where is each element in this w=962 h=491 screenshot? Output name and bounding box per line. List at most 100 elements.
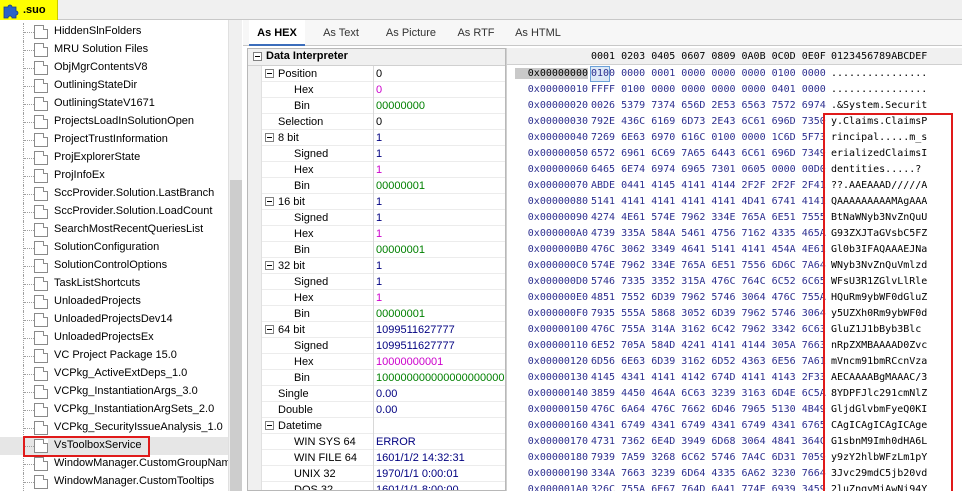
interpreter-row[interactable]: WIN FILE 64 1601/1/2 14:32:31 [262,450,505,466]
interpreter-row[interactable]: Bin 00000001 [262,242,505,258]
hex-row-bytes[interactable]: 5141 4141 4141 4141 4141 4D41 6741 4141 [591,196,826,207]
tree-scrollbar[interactable] [228,20,242,491]
tree-item[interactable]: ProjExplorerState [0,149,228,167]
hex-row-ascii[interactable]: .&System.Securit [831,100,927,111]
tree-item[interactable]: HiddenSlnFolders [0,23,228,41]
hex-row-bytes[interactable]: 5746 7335 3352 315A 476C 764C 6C52 6C65 [591,276,826,287]
tree-item[interactable]: VCPkg_InstantiationArgSets_2.0 [0,401,228,419]
tree-item[interactable]: WindowManager.CustomGroupName [0,455,237,473]
collapse-toggle-icon[interactable] [265,197,274,206]
interpreter-row[interactable]: Bin 00000001 [262,306,505,322]
interpreter-row[interactable]: Hex 1 [262,290,505,306]
data-interpreter-header[interactable]: Data Interpreter [248,49,505,66]
hex-row-ascii[interactable]: ................ [831,84,927,95]
tree-item[interactable]: UnloadedProjects [0,293,228,311]
interpreter-row[interactable]: Bin 00000001 [262,178,505,194]
interpreter-row[interactable]: Double 0.00 [262,402,505,418]
hex-row-bytes[interactable]: 792E 436C 6169 6D73 2E43 6C61 696D 7350 [591,116,826,127]
interpreter-row[interactable]: Signed 1 [262,210,505,226]
interpreter-row[interactable]: Signed 1 [262,146,505,162]
interpreter-row[interactable]: Hex 10000000001 [262,354,505,370]
interpreter-row[interactable]: Position 0 [262,66,505,82]
tree-item[interactable]: TaskListShortcuts [0,275,228,293]
hex-row[interactable]: 0x00000020 0026 5379 7374 656D 2E53 6563 … [507,98,962,114]
hex-row-bytes[interactable]: 0026 5379 7374 656D 2E53 6563 7572 6974 [591,100,826,111]
hex-row-bytes[interactable]: 7939 7A59 3268 6C62 5746 7A4C 6D31 7059 [591,452,826,463]
collapse-toggle-icon[interactable] [265,325,274,334]
storage-tree[interactable]: HiddenSlnFolders MRU Solution Files ObjMgr… [0,20,242,491]
hex-row-bytes[interactable]: 3859 4450 464A 6C63 3239 3163 6D4E 6C5A [591,388,826,399]
hex-row-ascii[interactable]: ................ [831,68,927,79]
hex-row-bytes[interactable]: 6465 6E74 6974 6965 7301 0605 0000 00D0 [591,164,826,175]
hex-row[interactable]: 0x00000000 0100 0000 0001 0000 0000 0000 … [507,66,962,82]
hex-row-bytes[interactable]: 326C 755A 6E67 764D 6A41 774E 6939 3459 [591,484,826,491]
hex-row-bytes[interactable]: 4341 6749 4341 6749 4341 6749 4341 6765 [591,420,826,431]
tree-item[interactable]: UnloadedProjectsDev14 [0,311,228,329]
tree-item[interactable]: SolutionControlOptions [0,257,228,275]
tree-item[interactable]: ProjectsLoadInSolutionOpen [0,113,228,131]
tree-item[interactable]: MRU Solution Files [0,41,228,59]
hex-row[interactable]: 0x00000010 FFFF 0100 0000 0000 0000 0000 … [507,82,962,98]
tree-item[interactable]: ProjInfoEx [0,167,228,185]
hex-row-bytes[interactable]: 4851 7552 6D39 7962 5746 3064 476C 755A [591,292,826,303]
tree-item[interactable]: SccProvider.Solution.LoadCount [0,203,228,221]
hex-row-bytes[interactable]: 7269 6E63 6970 616C 0100 0000 1C6D 5F73 [591,132,826,143]
tree-item[interactable]: VCPkg_ActiveExtDeps_1.0 [0,365,228,383]
hex-row-bytes[interactable]: FFFF 0100 0000 0000 0000 0000 0401 0000 [591,84,826,95]
interpreter-row[interactable]: 32 bit 1 [262,258,505,274]
hex-row-bytes[interactable]: 7935 555A 5868 3052 6D39 7962 5746 3064 [591,308,826,319]
interpreter-row[interactable]: 64 bit 1099511627777 [262,322,505,338]
tree-item[interactable]: VC Project Package 15.0 [0,347,228,365]
hex-row-bytes[interactable]: 4274 4E61 574E 7962 334E 765A 6E51 7555 [591,212,826,223]
tree-item[interactable]: SolutionConfiguration [0,239,228,257]
tab-as-picture[interactable]: As Picture [378,20,444,46]
interpreter-row[interactable]: 16 bit 1 [262,194,505,210]
collapse-toggle-icon[interactable] [265,133,274,142]
hex-row-bytes[interactable]: 4739 335A 584A 5461 4756 7162 4335 465A [591,228,826,239]
tree-item[interactable]: UnloadedProjectsEx [0,329,228,347]
hex-row-bytes[interactable]: 476C 755A 314A 3162 6C42 7962 3342 6C63 [591,324,826,335]
interpreter-row[interactable]: Hex 1 [262,162,505,178]
interpreter-row[interactable]: Signed 1 [262,274,505,290]
interpreter-row[interactable]: Single 0.00 [262,386,505,402]
tree-item[interactable]: OutliningStateDir [0,77,228,95]
hex-row-bytes[interactable]: 6572 6961 6C69 7A65 6443 6C61 696D 7349 [591,148,826,159]
tree-item[interactable]: VCPkg_SecurityIssueAnalysis_1.0 [0,419,228,437]
tree-item[interactable]: SccProvider.Solution.LastBranch [0,185,228,203]
collapse-toggle-icon[interactable] [265,421,274,430]
hex-row-bytes[interactable]: 334A 7663 3239 6D64 4335 6A62 3230 7664 [591,468,826,479]
tab-as-hex[interactable]: As HEX [249,20,305,46]
interpreter-row[interactable]: 8 bit 1 [262,130,505,146]
interpreter-row[interactable]: Hex 1 [262,226,505,242]
hex-row-bytes[interactable]: ABDE 0441 4145 4141 4144 2F2F 2F2F 2F41 [591,180,826,191]
hex-row-bytes[interactable]: 476C 3062 3349 4641 5141 4141 454A 4E61 [591,244,826,255]
tree-item[interactable]: WindowManager.CustomTooltips [0,473,228,491]
tab-as-text[interactable]: As Text [315,20,367,46]
hex-row-bytes[interactable]: 0100 0000 0001 0000 0000 0000 0100 0000 [591,68,826,79]
hex-row-bytes[interactable]: 4731 7362 6E4D 3949 6D68 3064 4841 364C [591,436,826,447]
interpreter-row[interactable]: Datetime [262,418,505,434]
interpreter-row[interactable]: Hex 0 [262,82,505,98]
interpreter-row[interactable]: Signed 1099511627777 [262,338,505,354]
tab-as-rtf[interactable]: As RTF [451,20,501,46]
tree-item[interactable]: ObjMgrContentsV8 [0,59,228,77]
tree-item[interactable]: OutliningStateV1671 [0,95,228,113]
collapse-toggle-icon[interactable] [253,52,262,61]
document-tab[interactable]: .suo [0,0,58,20]
hex-row-bytes[interactable]: 4145 4341 4141 4142 674D 4141 4143 2F33 [591,372,826,383]
hex-row-bytes[interactable]: 574E 7962 334E 765A 6E51 7556 6D6C 7A64 [591,260,826,271]
tree-item[interactable]: SearchMostRecentQueriesList [0,221,228,239]
hex-row-bytes[interactable]: 476C 6A64 476C 7662 6D46 7965 5130 4B49 [591,404,826,415]
interpreter-row[interactable]: WIN SYS 64 ERROR [262,434,505,450]
collapse-toggle-icon[interactable] [265,261,274,270]
hex-row-bytes[interactable]: 6E52 705A 584D 4241 4141 4144 305A 7663 [591,340,826,351]
tree-item[interactable]: VCPkg_InstantiationArgs_3.0 [0,383,228,401]
interpreter-row[interactable]: UNIX 32 1970/1/1 0:00:01 [262,466,505,482]
interpreter-row[interactable]: DOS 32 1601/1/1 8:00:00 [262,482,505,490]
hex-row-bytes[interactable]: 6D56 6E63 6D39 3162 6D52 4363 6E56 7A61 [591,356,826,367]
interpreter-row[interactable]: Bin 1000000000000000000000 [262,370,505,386]
interpreter-row[interactable]: Bin 00000000 [262,98,505,114]
collapse-toggle-icon[interactable] [265,69,274,78]
interpreter-row[interactable]: Selection 0 [262,114,505,130]
tab-as-html[interactable]: As HTML [509,20,567,46]
